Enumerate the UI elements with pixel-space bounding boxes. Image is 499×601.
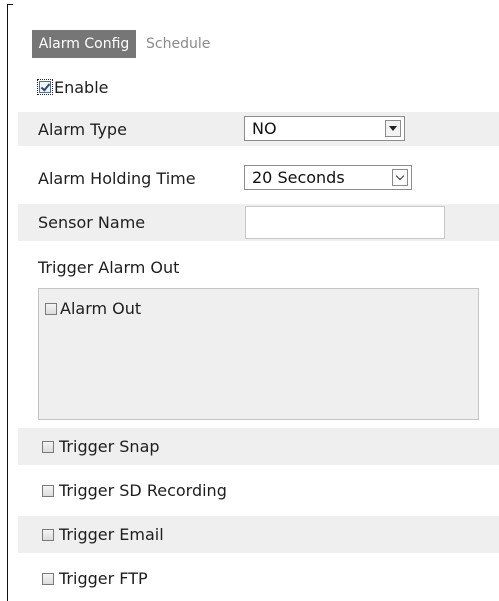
alarm-out-item: Alarm Out xyxy=(45,299,141,318)
tab-bar: Alarm Config Schedule xyxy=(32,30,220,58)
sensor-name-label: Sensor Name xyxy=(38,213,146,232)
trigger-email-row: Trigger Email xyxy=(18,516,499,553)
enable-checkbox[interactable] xyxy=(39,81,51,93)
frame-corner-tick xyxy=(7,4,13,5)
alarm-type-label: Alarm Type xyxy=(38,119,127,139)
tab-schedule[interactable]: Schedule xyxy=(136,30,220,58)
holding-time-select[interactable]: 20 Seconds xyxy=(244,165,412,190)
trigger-snap-row: Trigger Snap xyxy=(18,428,499,465)
left-frame-border xyxy=(7,4,8,601)
trigger-email-label: Trigger Email xyxy=(59,525,164,544)
checkmark-icon xyxy=(40,81,51,92)
trigger-snap-label: Trigger Snap xyxy=(59,437,160,456)
enable-label: Enable xyxy=(54,77,109,97)
alarm-type-select[interactable]: NO xyxy=(244,116,405,141)
trigger-email-checkbox[interactable] xyxy=(42,528,54,541)
trigger-sd-recording-checkbox[interactable] xyxy=(42,484,54,497)
dropdown-arrow-icon[interactable] xyxy=(385,120,401,137)
alarm-settings-panel: Alarm Config Schedule Enable Alarm Type … xyxy=(18,0,499,601)
trigger-alarm-out-row: Trigger Alarm Out xyxy=(18,253,499,281)
trigger-ftp-label: Trigger FTP xyxy=(59,569,148,588)
trigger-alarm-out-label: Trigger Alarm Out xyxy=(38,257,180,277)
trigger-sd-recording-label: Trigger SD Recording xyxy=(59,481,227,500)
tab-alarm-config[interactable]: Alarm Config xyxy=(32,30,136,58)
alarm-out-label: Alarm Out xyxy=(60,299,142,318)
chevron-down-icon[interactable] xyxy=(392,169,408,186)
trigger-sd-recording-row: Trigger SD Recording xyxy=(18,472,499,509)
trigger-ftp-checkbox[interactable] xyxy=(42,572,54,585)
trigger-ftp-row: Trigger FTP xyxy=(18,560,499,597)
alarm-type-value: NO xyxy=(252,119,277,138)
alarm-out-list: Alarm Out xyxy=(38,288,479,420)
enable-focus-ring xyxy=(37,79,53,95)
trigger-snap-checkbox[interactable] xyxy=(42,440,54,453)
sensor-name-input[interactable] xyxy=(245,206,445,239)
holding-time-value: 20 Seconds xyxy=(252,168,345,187)
holding-time-label: Alarm Holding Time xyxy=(38,168,196,188)
enable-row: Enable xyxy=(18,74,499,100)
alarm-out-checkbox[interactable] xyxy=(45,302,57,315)
